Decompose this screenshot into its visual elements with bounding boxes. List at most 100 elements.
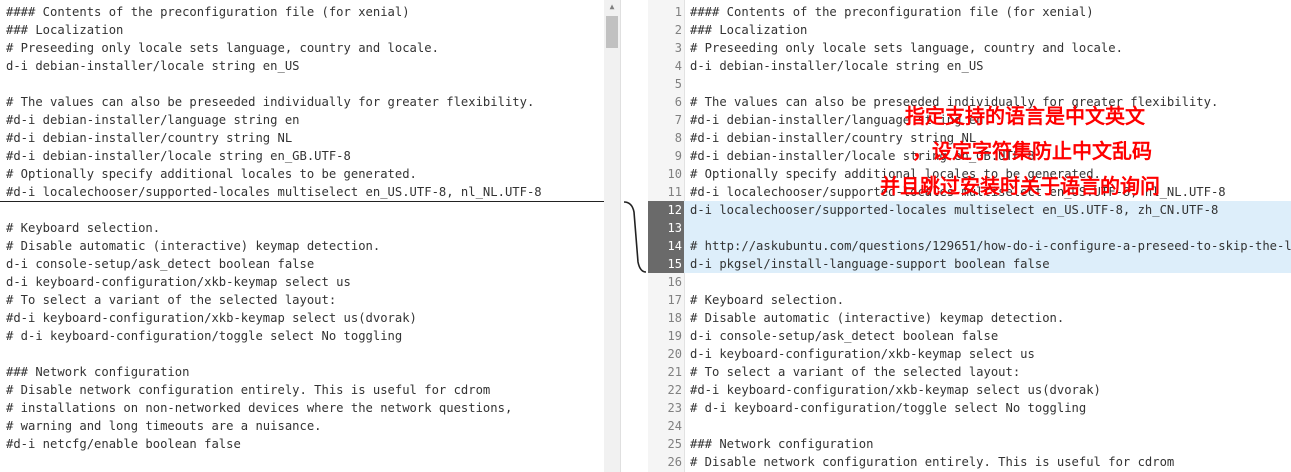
annotation-line-3: 并且跳过安装时关于语言的询问 bbox=[880, 174, 1160, 198]
code-text: d-i keyboard-configuration/xkb-keymap se… bbox=[690, 347, 1035, 361]
code-text: # http://askubuntu.com/questions/129651/… bbox=[690, 239, 1291, 253]
line-number: 11 bbox=[648, 183, 682, 201]
code-text: #d-i debian-installer/country string NL bbox=[6, 131, 293, 145]
code-text: d-i debian-installer/locale string en_US bbox=[690, 59, 984, 73]
code-text: # warning and long timeouts are a nuisan… bbox=[6, 419, 322, 433]
line-number-text: 8 bbox=[674, 131, 682, 145]
code-text: #d-i debian-installer/locale string en_G… bbox=[6, 149, 351, 163]
left-code-line: # Keyboard selection. bbox=[0, 219, 620, 237]
code-text: # Disable network configuration entirely… bbox=[690, 455, 1175, 469]
line-number-text: 15 bbox=[667, 257, 682, 271]
code-text: ### Localization bbox=[6, 23, 124, 37]
left-code-line: #d-i localechooser/supported-locales mul… bbox=[0, 183, 620, 201]
left-code-line: #d-i keyboard-configuration/xkb-keymap s… bbox=[0, 309, 620, 327]
scroll-thumb[interactable] bbox=[606, 16, 618, 48]
left-code-line: d-i console-setup/ask_detect boolean fal… bbox=[0, 255, 620, 273]
line-number-text: 7 bbox=[674, 113, 682, 127]
left-code-line: # warning and long timeouts are a nuisan… bbox=[0, 417, 620, 435]
line-number-text: 18 bbox=[667, 311, 682, 325]
highlighted-code-line: 15 d-i pkgsel/install-language-support bo… bbox=[648, 255, 1291, 273]
code-text: # Disable automatic (interactive) keymap… bbox=[690, 311, 1065, 325]
line-number-text: 2 bbox=[674, 23, 682, 37]
code-text: # d-i keyboard-configuration/toggle sele… bbox=[6, 329, 403, 343]
line-number-text: 24 bbox=[667, 419, 682, 433]
left-code-line: # Optionally specify additional locales … bbox=[0, 165, 620, 183]
line-number: 17 bbox=[648, 291, 682, 309]
code-text: #### Contents of the preconfiguration fi… bbox=[6, 5, 410, 19]
left-scrollbar[interactable]: ▲ bbox=[604, 0, 620, 472]
line-number-text: 11 bbox=[667, 185, 682, 199]
line-number: 14 bbox=[648, 237, 684, 255]
line-number-text: 26 bbox=[667, 455, 682, 469]
left-editor-pane[interactable]: #### Contents of the preconfiguration fi… bbox=[0, 0, 620, 472]
code-text: d-i debian-installer/locale string en_US bbox=[6, 59, 300, 73]
right-code-line: 2 ### Localization bbox=[648, 21, 1291, 39]
right-code-line: 22 #d-i keyboard-configuration/xkb-keymap… bbox=[648, 381, 1291, 399]
left-code-line: d-i keyboard-configuration/xkb-keymap se… bbox=[0, 273, 620, 291]
line-number: 16 bbox=[648, 273, 682, 291]
annotation-line-1: 指定支持的语言是中文英文 bbox=[905, 104, 1145, 128]
left-code-line bbox=[0, 201, 620, 219]
line-number-text: 10 bbox=[667, 167, 682, 181]
line-number-text: 23 bbox=[667, 401, 682, 415]
line-number: 12 bbox=[648, 201, 684, 219]
left-code-line: #d-i netcfg/enable boolean false bbox=[0, 435, 620, 453]
left-code-line bbox=[0, 345, 620, 363]
code-text: # d-i keyboard-configuration/toggle sele… bbox=[690, 401, 1087, 415]
line-number-text: 4 bbox=[674, 59, 682, 73]
left-code-line: # The values can also be preseeded indiv… bbox=[0, 93, 620, 111]
right-code-line: 20 d-i keyboard-configuration/xkb-keymap … bbox=[648, 345, 1291, 363]
code-text: # Disable automatic (interactive) keymap… bbox=[6, 239, 381, 253]
left-code-line: # Disable network configuration entirely… bbox=[0, 381, 620, 399]
right-code-line: 26 # Disable network configuration entire… bbox=[648, 453, 1291, 471]
line-number: 2 bbox=[648, 21, 682, 39]
right-code-line: 24 bbox=[648, 417, 1291, 435]
code-text: d-i pkgsel/install-language-support bool… bbox=[690, 257, 1050, 271]
code-text: # To select a variant of the selected la… bbox=[690, 365, 1021, 379]
left-code-line: ### Localization bbox=[0, 21, 620, 39]
code-text: ### Network configuration bbox=[690, 437, 874, 451]
code-text: d-i keyboard-configuration/xkb-keymap se… bbox=[6, 275, 351, 289]
line-number: 8 bbox=[648, 129, 682, 147]
right-code-line: 19 d-i console-setup/ask_detect boolean f… bbox=[648, 327, 1291, 345]
right-code-line: 18 # Disable automatic (interactive) keym… bbox=[648, 309, 1291, 327]
code-text: # Keyboard selection. bbox=[6, 221, 161, 235]
left-code-line: # d-i keyboard-configuration/toggle sele… bbox=[0, 327, 620, 345]
code-text: #d-i localechooser/supported-locales mul… bbox=[6, 185, 542, 199]
code-text: #d-i keyboard-configuration/xkb-keymap s… bbox=[6, 311, 417, 325]
line-number-text: 13 bbox=[667, 221, 682, 235]
annotation-line-2: ，设定字符集防止中文乱码 bbox=[912, 139, 1152, 163]
line-number-text: 6 bbox=[674, 95, 682, 109]
code-text: d-i localechooser/supported-locales mult… bbox=[690, 203, 1219, 217]
right-code-line: 4 d-i debian-installer/locale string en_U… bbox=[648, 57, 1291, 75]
code-text: #d-i keyboard-configuration/xkb-keymap s… bbox=[690, 383, 1101, 397]
line-number: 26 bbox=[648, 453, 682, 471]
line-number: 18 bbox=[648, 309, 682, 327]
code-text: # installations on non-networked devices… bbox=[6, 401, 513, 415]
line-number: 1 bbox=[648, 3, 682, 21]
line-number: 7 bbox=[648, 111, 682, 129]
right-code-line: 5 bbox=[648, 75, 1291, 93]
code-text: # Optionally specify additional locales … bbox=[6, 167, 417, 181]
left-code-line: # Preseeding only locale sets language, … bbox=[0, 39, 620, 57]
scroll-up-arrow-icon[interactable]: ▲ bbox=[604, 0, 620, 14]
code-text: d-i console-setup/ask_detect boolean fal… bbox=[6, 257, 315, 271]
left-code-line: ### Network configuration bbox=[0, 363, 620, 381]
left-code-line: #### Contents of the preconfiguration fi… bbox=[0, 3, 620, 21]
line-number-text: 12 bbox=[667, 203, 682, 217]
line-number-text: 22 bbox=[667, 383, 682, 397]
highlighted-code-line: 14 # http://askubuntu.com/questions/12965… bbox=[648, 237, 1291, 255]
line-number-text: 16 bbox=[667, 275, 682, 289]
line-number: 19 bbox=[648, 327, 682, 345]
code-text: ### Network configuration bbox=[6, 365, 190, 379]
diff-separator-line bbox=[0, 201, 606, 202]
code-text: # Keyboard selection. bbox=[690, 293, 845, 307]
line-number-text: 17 bbox=[667, 293, 682, 307]
line-number-text: 25 bbox=[667, 437, 682, 451]
left-code-line: # To select a variant of the selected la… bbox=[0, 291, 620, 309]
code-text: # Disable network configuration entirely… bbox=[6, 383, 491, 397]
code-text: d-i console-setup/ask_detect boolean fal… bbox=[690, 329, 999, 343]
right-editor-pane[interactable]: 1 #### Contents of the preconfiguration f… bbox=[648, 0, 1291, 472]
code-text: #### Contents of the preconfiguration fi… bbox=[690, 5, 1094, 19]
line-number: 9 bbox=[648, 147, 682, 165]
